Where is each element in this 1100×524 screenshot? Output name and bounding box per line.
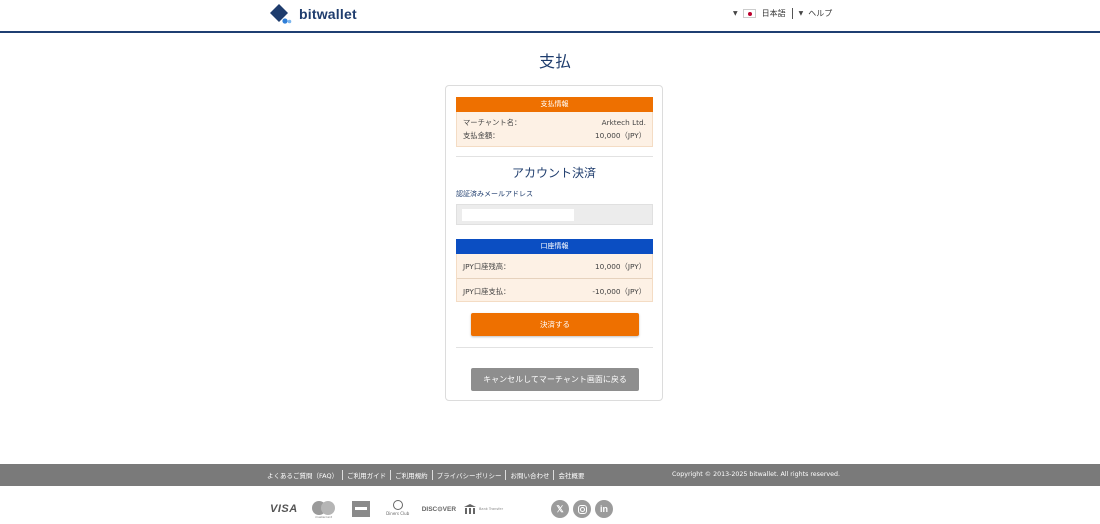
payment-info-box: マーチャント名： Arktech Ltd. 支払金額： 10,000（JPY） [456,112,653,147]
payment-card: 支払情報 マーチャント名： Arktech Ltd. 支払金額： 10,000（… [445,85,663,401]
footer-separator [342,470,344,480]
footer-bar: よくあるご質問（FAQ） ご利用ガイド ご利用規約 プライバシーポリシー お問い… [0,464,1100,486]
account-payment-row: JPY口座支払： -10,000（JPY） [463,287,646,297]
amount-row: 支払金額： 10,000（JPY） [463,131,646,141]
footer-link-faq[interactable]: よくあるご質問（FAQ） [267,470,338,480]
x-icon[interactable]: 𝕏 [551,500,570,518]
verified-email-field [456,204,653,225]
pay-button[interactable]: 決済する [471,313,639,336]
brand-name: bitwallet [299,6,357,22]
footer-link-terms[interactable]: ご利用規約 [395,470,428,480]
account-payment-label: JPY口座支払： [463,287,511,296]
account-payment-value: -10,000（JPY） [592,287,646,296]
bitwallet-logo-icon [270,4,292,24]
section-divider [456,156,653,157]
social-links: 𝕏 in [551,500,617,518]
header-divider [0,31,1100,33]
balance-value: 10,000（JPY） [595,262,646,271]
site-header: bitwallet ▼ 日本語 ▼ ヘルプ [0,0,1100,31]
merchant-value: Arktech Ltd. [601,118,646,127]
footer-link-guide[interactable]: ご利用ガイド [347,470,386,480]
instagram-icon[interactable] [573,500,592,518]
page-title: 支払 [538,52,571,71]
verified-email-value [462,209,574,221]
footer-link-company[interactable]: 会社概要 [558,470,584,480]
mastercard-logo: mastercard [311,501,336,519]
language-caret-icon[interactable]: ▼ [733,10,738,17]
payment-info-heading: 支払情報 [456,97,653,112]
payment-brands: VISA mastercard Diners Club DISC⊙VER Ban… [270,498,617,520]
amount-value: 10,000（JPY） [595,131,646,140]
amount-label: 支払金額： [463,131,500,140]
footer-separator [553,470,555,480]
bank-transfer-text: Bank Transfer [479,507,504,511]
amex-logo [351,501,370,517]
bitwallet-logo[interactable]: bitwallet [268,3,357,25]
diners-text: Diners Club [386,511,410,516]
bank-icon [464,504,477,514]
balance-label: JPY口座残高： [463,262,511,271]
balance-row: JPY口座残高： 10,000（JPY） [463,262,646,272]
footer-separator [505,470,507,480]
diners-club-logo: Diners Club [386,500,410,518]
bank-transfer-logo: Bank Transfer [464,504,503,514]
footer-link-privacy[interactable]: プライバシーポリシー [437,470,502,480]
merchant-label: マーチャント名： [463,118,522,127]
account-row-divider [457,278,652,279]
language-selector[interactable]: 日本語 [762,8,786,19]
mastercard-text: mastercard [315,515,333,519]
visa-logo: VISA [270,503,298,515]
cancel-return-button[interactable]: キャンセルしてマーチャント画面に戻る [471,368,639,391]
discover-logo: DISC⊙VER [421,506,457,513]
copyright-text: Copyright © 2013-2025 bitwallet. All rig… [672,471,841,478]
japan-flag-icon[interactable] [742,9,756,18]
verified-email-label: 認証済みメールアドレス [456,190,533,198]
account-payment-title: アカウント決済 [511,166,596,180]
header-menu: ▼ 日本語 ▼ ヘルプ [733,8,832,19]
footer-link-contact[interactable]: お問い合わせ [510,470,549,480]
footer-separator [431,470,433,480]
section-divider [456,347,653,348]
help-caret-icon[interactable]: ▼ [799,10,804,17]
merchant-row: マーチャント名： Arktech Ltd. [463,118,646,128]
help-link[interactable]: ヘルプ [808,8,832,19]
header-separator [791,8,793,19]
account-info-box: JPY口座残高： 10,000（JPY） JPY口座支払： -10,000（JP… [456,254,653,302]
footer-separator [390,470,392,480]
account-info-heading: 口座情報 [456,239,653,254]
footer-links: よくあるご質問（FAQ） ご利用ガイド ご利用規約 プライバシーポリシー お問い… [267,464,584,486]
linkedin-icon[interactable]: in [595,500,614,518]
